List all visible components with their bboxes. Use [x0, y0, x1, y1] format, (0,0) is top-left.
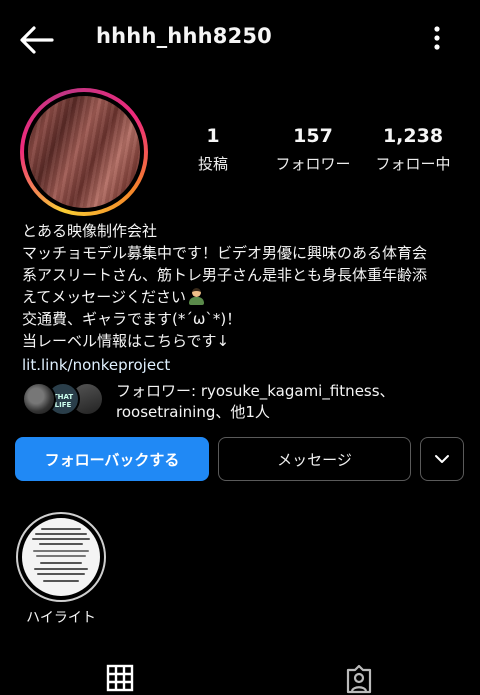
profile-avatar[interactable] — [20, 88, 148, 216]
bio-line: とある映像制作会社 — [22, 222, 158, 240]
follow-back-button[interactable]: フォローバックする — [15, 437, 209, 481]
profile-username: hhhh_hhh8250 — [96, 24, 272, 48]
posts-count: 1 — [206, 125, 220, 147]
more-options-icon[interactable] — [426, 24, 448, 54]
chevron-down-icon — [435, 455, 449, 463]
mutual-follower-avatar — [22, 382, 56, 416]
avatar-ring-gap — [24, 92, 144, 212]
bio-line: マッチョモデル募集中です！ビデオ男優に興味のある体育会 — [22, 244, 428, 262]
tagged-person-icon[interactable] — [344, 664, 374, 694]
bio-line-with-emoji: えてメッセージください — [22, 286, 468, 308]
top-bar: hhhh_hhh8250 — [0, 0, 480, 78]
followers-label: フォロワー — [275, 155, 351, 173]
bio-line: 当レーベル情報はこちらです↓ — [22, 332, 230, 350]
story-highlight[interactable] — [16, 512, 106, 602]
highlight-cover — [22, 518, 100, 596]
profile-bio: とある映像制作会社 マッチョモデル募集中です！ビデオ男優に興味のある体育会 系ア… — [22, 220, 468, 376]
bio-line: 系アスリートさん、筋トレ男子さん是非とも身長体重年齢添 — [22, 266, 428, 284]
highlight-label: ハイライト — [26, 610, 96, 626]
following-label: フォロー中 — [375, 155, 451, 173]
bio-line: 交通費、ギャラでます(*´ω`*)！ — [22, 310, 242, 328]
bio-link[interactable]: lit.link/nonkeproject — [22, 354, 468, 376]
mutual-followers[interactable]: THAT LIFE フォロワー: ryosuke_kagami_fitness、… — [22, 380, 468, 424]
message-button[interactable]: メッセージ — [218, 437, 411, 481]
grid-icon[interactable] — [106, 664, 134, 692]
avatar-photo — [28, 96, 140, 208]
mutual-followers-text: フォロワー: ryosuke_kagami_fitness、roosetrain… — [116, 382, 395, 421]
back-arrow-icon[interactable] — [18, 24, 56, 56]
posts-label: 投稿 — [197, 155, 228, 173]
suggested-accounts-dropdown-button[interactable] — [420, 437, 464, 481]
followers-count: 157 — [293, 125, 333, 147]
person-emoji-icon — [188, 288, 205, 305]
followers-stat[interactable]: 157 フォロワー — [268, 125, 358, 174]
posts-stat[interactable]: 1 投稿 — [183, 125, 243, 174]
following-count: 1,238 — [382, 125, 444, 147]
bio-line-text: えてメッセージください — [22, 288, 186, 306]
following-stat[interactable]: 1,238 フォロー中 — [365, 125, 461, 174]
